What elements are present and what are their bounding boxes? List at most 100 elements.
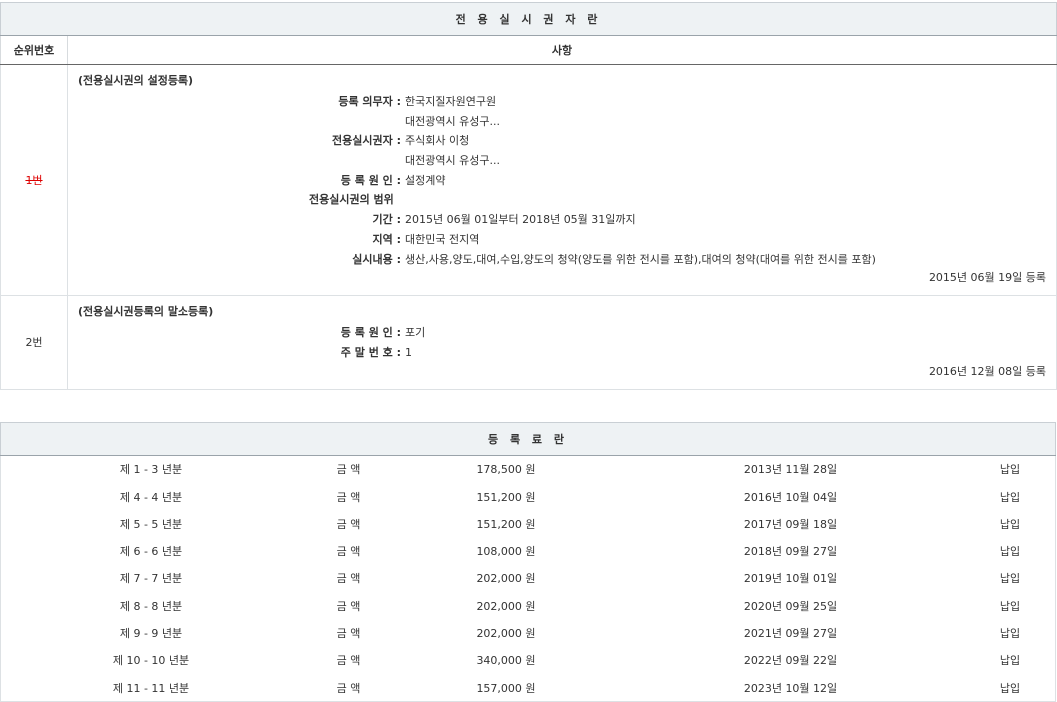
licensee-address: 대전광역시 유성구...	[401, 151, 500, 171]
erasure-label: 주 말 번 호 :	[78, 343, 401, 363]
period-line: 기간 : 2015년 06월 01일부터 2018년 05월 31일까지	[78, 210, 1046, 230]
licensee-line: 전용실시권자 : 주식회사 이청	[78, 131, 1046, 151]
fee-kind: 금 액	[301, 674, 396, 701]
fee-amount: 178,500 원	[396, 456, 616, 483]
fee-period: 제 7 - 7 년분	[1, 565, 301, 592]
exclusive-license-title: 전 용 실 시 권 자 란	[1, 3, 1057, 36]
fee-row: 제 4 - 4 년분금 액151,200 원2016년 10월 04일납입	[1, 483, 1055, 510]
content-line: 실시내용 : 생산,사용,양도,대여,수입,양도의 청약(양도를 위한 전시를 …	[78, 250, 1046, 270]
entry-number-struck: 1번	[25, 174, 42, 187]
licensee-name: 주식회사 이청	[401, 131, 469, 151]
entry-content: (전용실시권등록의 말소등록) 등 록 원 인 : 포기 주 말 번 호 : 1…	[68, 296, 1057, 389]
fee-amount: 202,000 원	[396, 592, 616, 619]
fee-row: 제 8 - 8 년분금 액202,000 원2020년 09월 25일납입	[1, 592, 1055, 619]
registration-date: 2016년 12월 08일 등록	[78, 363, 1046, 381]
fee-status: 납입	[965, 456, 1055, 483]
fee-status: 납입	[965, 537, 1055, 564]
content-label: 실시내용 :	[78, 250, 401, 270]
fee-kind: 금 액	[301, 592, 396, 619]
fee-date: 2019년 10월 01일	[616, 565, 965, 592]
fee-period: 제 6 - 6 년분	[1, 537, 301, 564]
licensee-address-line: 대전광역시 유성구...	[78, 151, 1046, 171]
period-value: 2015년 06월 01일부터 2018년 05월 31일까지	[401, 210, 636, 230]
cause-line: 등 록 원 인 : 포기	[78, 323, 1046, 343]
fee-date: 2023년 10월 12일	[616, 674, 965, 701]
cause-value: 설정계약	[401, 171, 445, 191]
obligor-address-line: 대전광역시 유성구...	[78, 112, 1046, 132]
fee-kind: 금 액	[301, 619, 396, 646]
entry-content: (전용실시권의 설정등록) 등록 의무자 : 한국지질자원연구원 대전광역시 유…	[68, 65, 1057, 296]
fee-period: 제 9 - 9 년분	[1, 619, 301, 646]
fee-amount: 202,000 원	[396, 619, 616, 646]
fee-date: 2016년 10월 04일	[616, 483, 965, 510]
cause-label: 등 록 원 인 :	[78, 323, 401, 343]
obligor-label: 등록 의무자 :	[78, 92, 401, 112]
fee-kind: 금 액	[301, 456, 396, 483]
fee-period: 제 8 - 8 년분	[1, 592, 301, 619]
registration-fee-title: 등 록 료 란	[1, 422, 1056, 455]
content-value: 생산,사용,양도,대여,수입,양도의 청약(양도를 위한 전시를 포함),대여의…	[401, 250, 876, 270]
region-value: 대한민국 전지역	[401, 230, 479, 250]
entry-number: 2번	[1, 296, 68, 389]
erasure-line: 주 말 번 호 : 1	[78, 343, 1046, 363]
fee-amount: 202,000 원	[396, 565, 616, 592]
obligor-line: 등록 의무자 : 한국지질자원연구원	[78, 92, 1046, 112]
fee-period: 제 5 - 5 년분	[1, 510, 301, 537]
fee-date: 2017년 09월 18일	[616, 510, 965, 537]
fee-amount: 340,000 원	[396, 647, 616, 674]
region-line: 지역 : 대한민국 전지역	[78, 230, 1046, 250]
fee-date: 2021년 09월 27일	[616, 619, 965, 646]
erasure-value: 1	[401, 343, 412, 363]
registration-date: 2015년 06월 19일 등록	[78, 269, 1046, 287]
fee-status: 납입	[965, 510, 1055, 537]
fee-amount: 157,000 원	[396, 674, 616, 701]
entry-heading: (전용실시권의 설정등록)	[78, 73, 1046, 89]
cause-value: 포기	[401, 323, 425, 343]
fee-row: 제 7 - 7 년분금 액202,000 원2019년 10월 01일납입	[1, 565, 1055, 592]
fee-amount: 151,200 원	[396, 483, 616, 510]
fee-row: 제 11 - 11 년분금 액157,000 원2023년 10월 12일납입	[1, 674, 1055, 701]
registration-fee-table: 등 록 료 란	[0, 422, 1056, 456]
scope-heading: 전용실시권의 범위	[78, 190, 1046, 210]
fee-row: 제 5 - 5 년분금 액151,200 원2017년 09월 18일납입	[1, 510, 1055, 537]
entry-row-1: 1번 (전용실시권의 설정등록) 등록 의무자 : 한국지질자원연구원 대전광역…	[1, 65, 1057, 296]
period-label: 기간 :	[78, 210, 401, 230]
cause-line: 등 록 원 인 : 설정계약	[78, 171, 1046, 191]
column-header-matters: 사항	[68, 36, 1057, 65]
fee-kind: 금 액	[301, 483, 396, 510]
fee-kind: 금 액	[301, 537, 396, 564]
fee-period: 제 4 - 4 년분	[1, 483, 301, 510]
fee-row: 제 9 - 9 년분금 액202,000 원2021년 09월 27일납입	[1, 619, 1055, 646]
fee-status: 납입	[965, 674, 1055, 701]
column-header-number: 순위번호	[1, 36, 68, 65]
fee-period: 제 10 - 10 년분	[1, 647, 301, 674]
obligor-address: 대전광역시 유성구...	[401, 112, 500, 132]
obligor-name: 한국지질자원연구원	[401, 92, 496, 112]
fee-amount: 108,000 원	[396, 537, 616, 564]
fee-kind: 금 액	[301, 510, 396, 537]
fee-date: 2018년 09월 27일	[616, 537, 965, 564]
entry-row-2: 2번 (전용실시권등록의 말소등록) 등 록 원 인 : 포기 주 말 번 호 …	[1, 296, 1057, 389]
fee-date: 2022년 09월 22일	[616, 647, 965, 674]
fee-date: 2020년 09월 25일	[616, 592, 965, 619]
fee-list: 제 1 - 3 년분금 액178,500 원2013년 11월 28일납입제 4…	[0, 456, 1056, 702]
fee-status: 납입	[965, 565, 1055, 592]
fee-row: 제 10 - 10 년분금 액340,000 원2022년 09월 22일납입	[1, 647, 1055, 674]
entry-number: 1번	[1, 65, 68, 296]
fee-period: 제 11 - 11 년분	[1, 674, 301, 701]
fee-kind: 금 액	[301, 647, 396, 674]
fee-status: 납입	[965, 483, 1055, 510]
fee-row: 제 6 - 6 년분금 액108,000 원2018년 09월 27일납입	[1, 537, 1055, 564]
fee-status: 납입	[965, 647, 1055, 674]
entry-heading: (전용실시권등록의 말소등록)	[78, 304, 1046, 320]
region-label: 지역 :	[78, 230, 401, 250]
fee-period: 제 1 - 3 년분	[1, 456, 301, 483]
fee-row: 제 1 - 3 년분금 액178,500 원2013년 11월 28일납입	[1, 456, 1055, 483]
fee-status: 납입	[965, 619, 1055, 646]
fee-date: 2013년 11월 28일	[616, 456, 965, 483]
licensee-label: 전용실시권자 :	[78, 131, 401, 151]
fee-amount: 151,200 원	[396, 510, 616, 537]
fee-status: 납입	[965, 592, 1055, 619]
cause-label: 등 록 원 인 :	[78, 171, 401, 191]
exclusive-license-table: 전 용 실 시 권 자 란 순위번호 사항 1번 (전용실시권의 설정등록) 등…	[0, 2, 1057, 390]
